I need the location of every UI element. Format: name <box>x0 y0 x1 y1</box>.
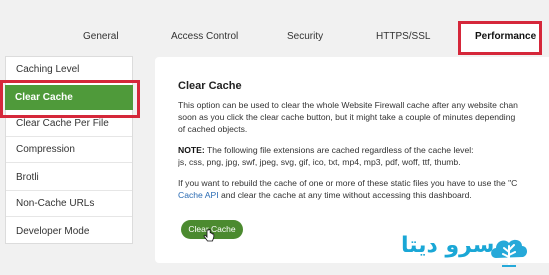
tab-access-control[interactable]: Access Control <box>171 31 238 42</box>
extensions-list: js, css, png, jpg, swf, jpeg, svg, gif, … <box>178 157 461 167</box>
rebuild-line-2: and clear the cache at any time without … <box>218 190 472 200</box>
tab-security[interactable]: Security <box>287 31 323 42</box>
sidebar-item-compression[interactable]: Compression <box>6 137 132 163</box>
note-paragraph: NOTE: The following file extensions are … <box>178 144 549 168</box>
note-text: The following file extensions are cached… <box>204 145 474 155</box>
note-label: NOTE: <box>178 145 205 155</box>
tree-cloud-logo-icon <box>491 239 528 267</box>
sidebar-item-brotli[interactable]: Brotli <box>6 165 132 191</box>
watermark-text: سرو دیتا <box>401 233 495 258</box>
sidebar-active-highlight <box>0 80 140 118</box>
tab-general[interactable]: General <box>83 31 119 42</box>
rebuild-line-1: If you want to rebuild the cache of one … <box>178 178 518 188</box>
description-line-1: This option can be used to clear the who… <box>178 100 518 110</box>
tab-performance[interactable]: Performance <box>475 31 536 42</box>
cache-api-link[interactable]: Cache API <box>178 190 219 200</box>
description-line-3: of cached objects. <box>178 124 248 134</box>
panel-title: Clear Cache <box>178 80 242 92</box>
rebuild-paragraph: If you want to rebuild the cache of one … <box>178 177 549 201</box>
description-line-2: soon as you click the clear cache button… <box>178 112 516 122</box>
sidebar-item-non-cache-urls[interactable]: Non-Cache URLs <box>6 191 132 217</box>
description-paragraph: This option can be used to clear the who… <box>178 99 549 135</box>
sidebar-item-developer-mode[interactable]: Developer Mode <box>6 219 132 245</box>
tab-https-ssl[interactable]: HTTPS/SSL <box>376 31 430 42</box>
hand-cursor-icon <box>203 229 215 242</box>
